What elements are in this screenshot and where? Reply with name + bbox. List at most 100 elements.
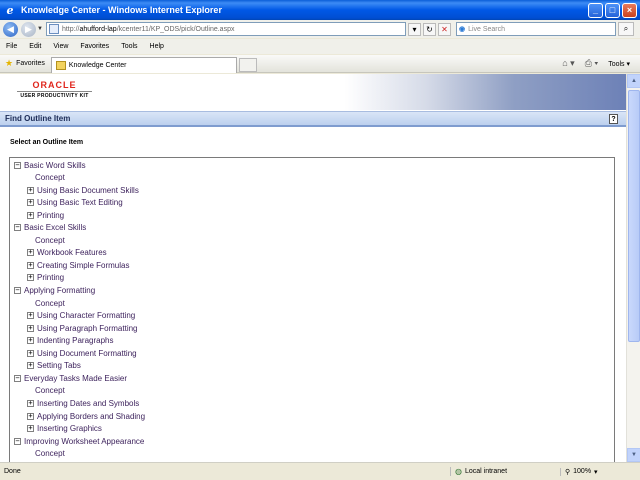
expand-icon[interactable]: + <box>27 261 34 269</box>
star-icon: ★ <box>5 58 14 68</box>
address-host: ahufford-lap <box>79 25 117 33</box>
tree-section[interactable]: − Applying Formatting <box>14 285 95 297</box>
security-zone[interactable]: ◍ Local intranet <box>450 467 560 476</box>
tree-item-label: Using Document Formatting <box>37 348 137 358</box>
tree-item[interactable]: Concept <box>35 234 65 246</box>
menu-bar: File Edit View Favorites Tools Help <box>0 39 640 54</box>
tree-item[interactable]: Concept <box>35 385 65 397</box>
tree-item[interactable]: + Using Basic Text Editing <box>27 197 123 209</box>
favorites-button[interactable]: ★ Favorites <box>0 56 51 72</box>
tree-item[interactable]: + Setting Tabs <box>27 360 81 372</box>
menu-edit[interactable]: Edit <box>29 43 41 50</box>
expand-icon[interactable]: + <box>27 412 34 420</box>
tree-item[interactable]: + Inserting Graphics <box>27 423 102 435</box>
search-input[interactable]: ◉ Live Search <box>455 22 616 36</box>
page-icon <box>48 24 59 34</box>
stop-icon[interactable]: ✕ <box>437 22 451 36</box>
tree-item-label: Using Paragraph Formatting <box>37 323 138 333</box>
menu-favorites[interactable]: Favorites <box>80 43 109 50</box>
nav-history-dropdown[interactable]: ▼ <box>37 26 43 32</box>
address-input[interactable]: http://ahufford-lap/kcenter11/KP_ODS/pic… <box>45 22 406 36</box>
expand-icon[interactable]: + <box>27 337 34 345</box>
collapse-icon[interactable]: − <box>14 224 21 232</box>
outline-subtitle: Select an Outline Item <box>10 139 84 146</box>
collapse-icon[interactable]: − <box>14 287 21 294</box>
tree-item[interactable]: Concept <box>35 172 65 184</box>
tree-item[interactable]: + Printing <box>27 209 64 221</box>
expand-icon[interactable]: + <box>27 249 34 257</box>
search-placeholder: Live Search <box>468 25 506 33</box>
tab-knowledge-center[interactable]: Knowledge Center <box>50 56 237 73</box>
tree-item-label: Using Basic Document Skills <box>37 185 139 195</box>
status-text: Done <box>4 468 21 475</box>
collapse-icon[interactable]: − <box>14 374 21 382</box>
tree-item-label: Basic Word Skills <box>24 160 86 170</box>
collapse-icon[interactable]: − <box>14 437 21 445</box>
address-dropdown[interactable]: ▾ <box>407 22 421 36</box>
window-title: Knowledge Center - Windows Internet Expl… <box>21 5 222 15</box>
menu-file[interactable]: File <box>6 43 17 50</box>
zoom-level: 100% <box>573 468 592 475</box>
scroll-thumb[interactable] <box>628 90 640 342</box>
tree-item-label: Printing <box>37 273 65 283</box>
tree-section[interactable]: − Improving Worksheet Appearance <box>14 435 144 447</box>
tree-item-label: Printing <box>37 210 65 220</box>
print-icon[interactable]: ⎙ ▾ <box>585 58 598 69</box>
tree-item[interactable]: + Printing <box>27 272 64 284</box>
scroll-down-icon[interactable]: ▼ <box>627 448 640 462</box>
tree-item[interactable]: + Indenting Paragraphs <box>27 335 114 347</box>
tree-item[interactable]: + Inserting Dates and Symbols <box>27 397 139 409</box>
vertical-scrollbar[interactable]: ▲ ▼ <box>626 74 640 462</box>
expand-icon[interactable]: + <box>27 349 34 357</box>
tree-item[interactable]: + Creating Simple Formulas <box>27 259 129 271</box>
oracle-upk-logo: ORACLE USER PRODUCTIVITY KIT <box>17 80 92 99</box>
logo-upk-text: USER PRODUCTIVITY KIT <box>20 93 89 99</box>
help-icon[interactable]: ? <box>609 114 618 124</box>
panel-header: Find Outline Item ? <box>0 111 626 127</box>
new-tab-button[interactable] <box>238 57 257 72</box>
tools-label: Tools <box>608 60 625 68</box>
tree-item-label: Concept <box>35 235 65 245</box>
tree-item[interactable]: Concept <box>35 448 65 460</box>
tree-section[interactable]: − Everyday Tasks Made Easier <box>14 372 127 384</box>
expand-icon[interactable]: + <box>27 274 34 282</box>
expand-icon[interactable]: + <box>27 312 34 320</box>
tree-item[interactable]: Concept <box>35 297 65 309</box>
tree-item[interactable]: + Using Character Formatting <box>27 310 135 322</box>
address-prefix: http:// <box>61 25 80 33</box>
home-icon[interactable]: ⌂ ▾ <box>562 58 574 69</box>
zoom-dropdown-icon[interactable]: ▾ <box>594 468 598 476</box>
tree-section[interactable]: − Basic Word Skills <box>14 159 86 171</box>
refresh-icon[interactable]: ↻ <box>422 22 436 36</box>
search-icon[interactable]: ⌕ <box>617 22 634 36</box>
tools-button[interactable]: Tools ▾ <box>608 60 630 68</box>
tree-item[interactable]: + Workbook Features <box>27 247 107 259</box>
expand-icon[interactable]: + <box>27 425 34 433</box>
tree-item-label: Concept <box>35 386 65 396</box>
live-search-icon: ◉ <box>458 26 466 33</box>
close-button[interactable]: × <box>622 2 637 18</box>
back-button[interactable]: ◀ <box>3 21 18 37</box>
maximize-button[interactable]: □ <box>605 2 620 18</box>
forward-button[interactable]: ▶ <box>21 21 36 37</box>
expand-icon[interactable]: + <box>27 211 34 219</box>
tree-item[interactable]: + Using Document Formatting <box>27 347 137 359</box>
expand-icon[interactable]: + <box>27 324 34 332</box>
collapse-icon[interactable]: − <box>14 161 21 169</box>
menu-tools[interactable]: Tools <box>121 43 137 50</box>
ie-icon: e <box>6 3 14 17</box>
tree-item[interactable]: + Applying Borders and Shading <box>27 410 145 422</box>
minimize-button[interactable]: _ <box>588 2 603 18</box>
tree-section[interactable]: − Basic Excel Skills <box>14 222 86 234</box>
menu-help[interactable]: Help <box>150 43 164 50</box>
expand-icon[interactable]: + <box>27 362 34 370</box>
tree-item-label: Applying Formatting <box>24 286 96 295</box>
tree-item[interactable]: + Using Paragraph Formatting <box>27 322 138 334</box>
tree-item[interactable]: + Using Basic Document Skills <box>27 184 139 196</box>
expand-icon[interactable]: + <box>27 186 34 194</box>
menu-view[interactable]: View <box>53 43 68 50</box>
expand-icon[interactable]: + <box>27 399 34 407</box>
zoom-control[interactable]: ⚲ 100% ▾ <box>560 467 598 476</box>
expand-icon[interactable]: + <box>27 199 34 207</box>
scroll-up-icon[interactable]: ▲ <box>627 74 640 88</box>
